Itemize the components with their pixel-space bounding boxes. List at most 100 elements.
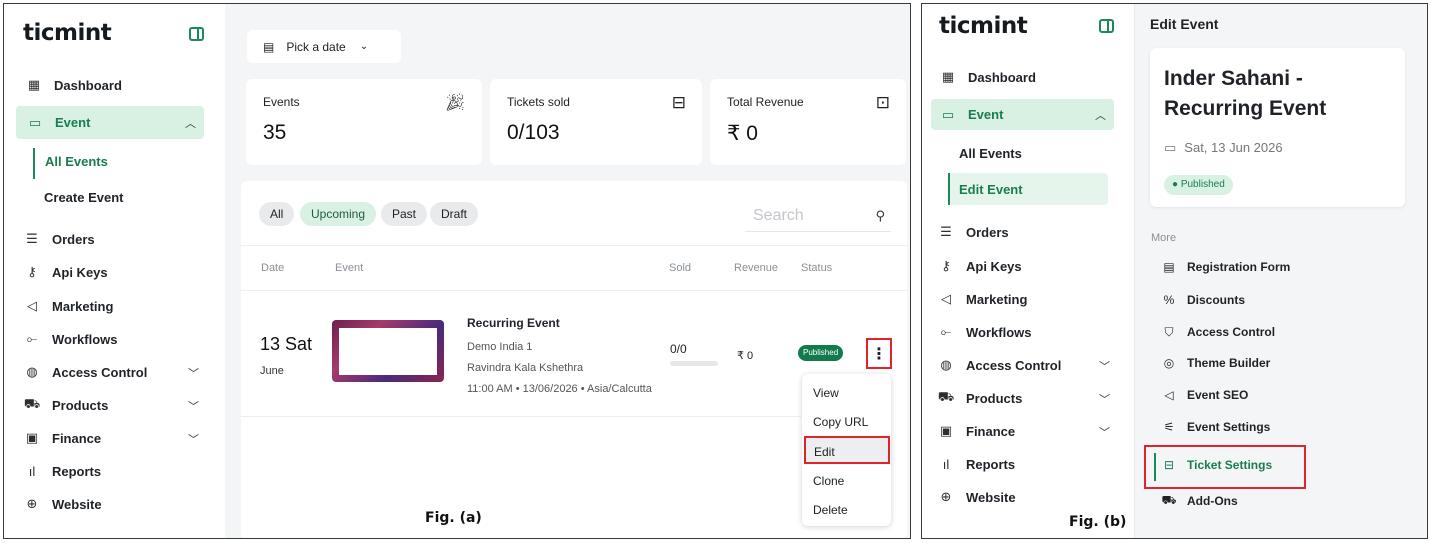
menu-item-view[interactable]: View [802,379,891,407]
form-icon: ▤ [1163,260,1175,274]
active-indicator [948,173,950,205]
chevron-down-icon: ﹀ [188,401,199,413]
event-title: Inder Sahani - Recurring Event [1164,67,1327,120]
page-title: Edit Event [1150,16,1219,32]
sidebar-item-dashboard[interactable]: ▦ Dashboard [25,73,122,97]
sidebar-item-products[interactable]: ⛟ Products ﹀ [23,393,203,417]
sidebar-item-website[interactable]: ⊕ Website [937,485,1016,509]
calendar-icon: ▭ [1164,140,1177,155]
sidebar-item-access-control[interactable]: ◍ Access Control ﹀ [23,360,203,384]
figure-caption: Fig. (b) [1069,514,1127,530]
sidebar-item-reports[interactable]: ıl Reports [937,452,1015,476]
sidebar-item-event[interactable]: ▭ Event ︿ [931,99,1114,130]
calendar-icon: ▭ [941,106,955,122]
sidebar-item-website[interactable]: ⊕ Website [23,492,102,516]
menu-item-access-control[interactable]: ⛉ Access Control [1161,322,1275,342]
sidebar-subitem-create-event[interactable]: Create Event [44,186,123,210]
menu-item-ticket-settings[interactable]: ⊟ Ticket Settings [1161,455,1272,475]
column-header-date: Date [261,262,285,274]
sidebar-item-orders[interactable]: ☰ Orders [937,220,1009,244]
sidebar-item-label: Access Control [52,364,148,380]
key-icon: ⚷ [941,258,951,273]
sidebar-item-reports[interactable]: ıl Reports [23,459,101,483]
status-badge-text: Published [1180,179,1225,190]
sidebar-item-api-keys[interactable]: ⚷ Api Keys [937,254,1022,278]
sidebar-item-finance[interactable]: ▣ Finance ﹀ [937,419,1112,443]
chevron-down-icon: ﹀ [188,434,199,446]
sidebar: ticmint ▦ Dashboard ▭ Event ︿ All Events… [922,4,1135,538]
sidebar-item-api-keys[interactable]: ⚷ Api Keys [23,260,107,284]
menu-item-label: Registration Form [1187,260,1291,274]
banknote-icon: ⊡ [875,93,890,112]
party-popper-icon: 🎉︎ [444,93,466,112]
sidebar-subitem-all-events[interactable]: All Events [45,150,108,174]
sidebar-subitem-all-events[interactable]: All Events [959,142,1022,166]
row-actions-menu: View Copy URL Edit Clone Delete [802,374,891,526]
cart-icon: ⛟ [1161,493,1177,507]
row-revenue: ₹ 0 [737,350,754,362]
sidebar-item-products[interactable]: ⛟ Products ﹀ [937,386,1112,410]
menu-item-label: Event Settings [1187,420,1271,434]
sidebar-item-label: Event [55,115,91,130]
sidebar-item-label: Orders [966,224,1009,240]
sidebar-item-dashboard[interactable]: ▦ Dashboard [939,65,1036,89]
event-thumbnail[interactable] [332,320,444,382]
sidebar-item-workflows[interactable]: ⟜ Workflows [23,327,118,351]
menu-item-delete[interactable]: Delete [802,496,891,524]
sidebar-item-marketing[interactable]: ◁ Marketing [937,287,1027,311]
row-actions-button[interactable]: ⋮ [866,338,892,369]
menu-item-event-settings[interactable]: ⚟ Event Settings [1161,417,1271,437]
divider [241,245,907,246]
sidebar-item-label: Website [52,496,102,512]
chevron-up-icon: ︿ [185,118,196,130]
menu-item-theme-builder[interactable]: ◎ Theme Builder [1161,353,1271,373]
stat-value: 0/103 [507,121,560,144]
palette-icon: ◎ [1163,356,1175,370]
sidebar-item-label: Dashboard [968,69,1036,85]
globe-lock-icon: ◍ [26,364,38,379]
menu-item-add-ons[interactable]: ⛟ Add-Ons [1161,491,1237,511]
stat-value: ₹ 0 [727,122,758,145]
sidebar-item-event[interactable]: ▭ Event ︿ [16,106,204,139]
bar-chart-icon: ıl [942,456,950,472]
filter-draft[interactable]: Draft [430,202,479,226]
row-organizer: Demo India 1 [467,341,533,353]
row-datetime: 11:00 AM • 13/06/2026 • Asia/Calcutta [467,383,652,395]
menu-item-discounts[interactable]: % Discounts [1161,290,1245,310]
menu-item-label: Event SEO [1187,388,1249,402]
sidebar-item-label: Dashboard [54,77,122,93]
menu-item-registration-form[interactable]: ▤ Registration Form [1161,257,1290,277]
sidebar-collapse-icon[interactable] [189,27,204,41]
sidebar-item-finance[interactable]: ▣ Finance ﹀ [23,426,203,450]
chevron-down-icon: ﹀ [1099,361,1110,373]
filter-all[interactable]: All [259,202,295,226]
stat-label: Total Revenue [727,95,804,109]
sidebar-item-workflows[interactable]: ⟜ Workflows [937,320,1032,344]
row-sold: 0/0 [670,342,687,356]
logo: ticmint [939,13,1028,39]
status-badge: ● Published [1164,175,1233,195]
column-header-revenue: Revenue [734,262,779,274]
sidebar-item-marketing[interactable]: ◁ Marketing [23,294,113,318]
filter-upcoming[interactable]: Upcoming [300,202,377,226]
menu-item-copy-url[interactable]: Copy URL [802,408,891,436]
menu-item-event-seo[interactable]: ◁ Event SEO [1161,385,1248,405]
date-picker-button[interactable]: ▤ Pick a date ⌄ [247,30,401,63]
sidebar-item-label: Api Keys [966,258,1022,274]
search-input[interactable]: Search ⚲ [745,200,891,232]
filter-past[interactable]: Past [381,202,428,226]
sidebar-item-label: Products [966,390,1023,406]
sidebar-item-access-control[interactable]: ◍ Access Control ﹀ [937,353,1112,377]
column-header-event: Event [335,262,364,274]
chevron-down-icon: ⌄ [359,41,369,52]
sidebar-subitem-edit-event[interactable]: Edit Event [959,178,1023,202]
dashboard-icon: ▦ [941,69,955,84]
stat-label: Events [263,95,300,109]
menu-item-edit[interactable]: Edit [804,436,890,464]
sidebar-item-orders[interactable]: ☰ Orders [23,227,94,251]
event-summary-card: Inder Sahani - Recurring Event ▭ Sat, 13 … [1150,48,1405,207]
row-event-name[interactable]: Recurring Event [467,316,560,330]
sidebar-collapse-icon[interactable] [1099,19,1114,33]
cart-icon: ⛟ [23,396,41,411]
menu-item-clone[interactable]: Clone [802,467,891,495]
